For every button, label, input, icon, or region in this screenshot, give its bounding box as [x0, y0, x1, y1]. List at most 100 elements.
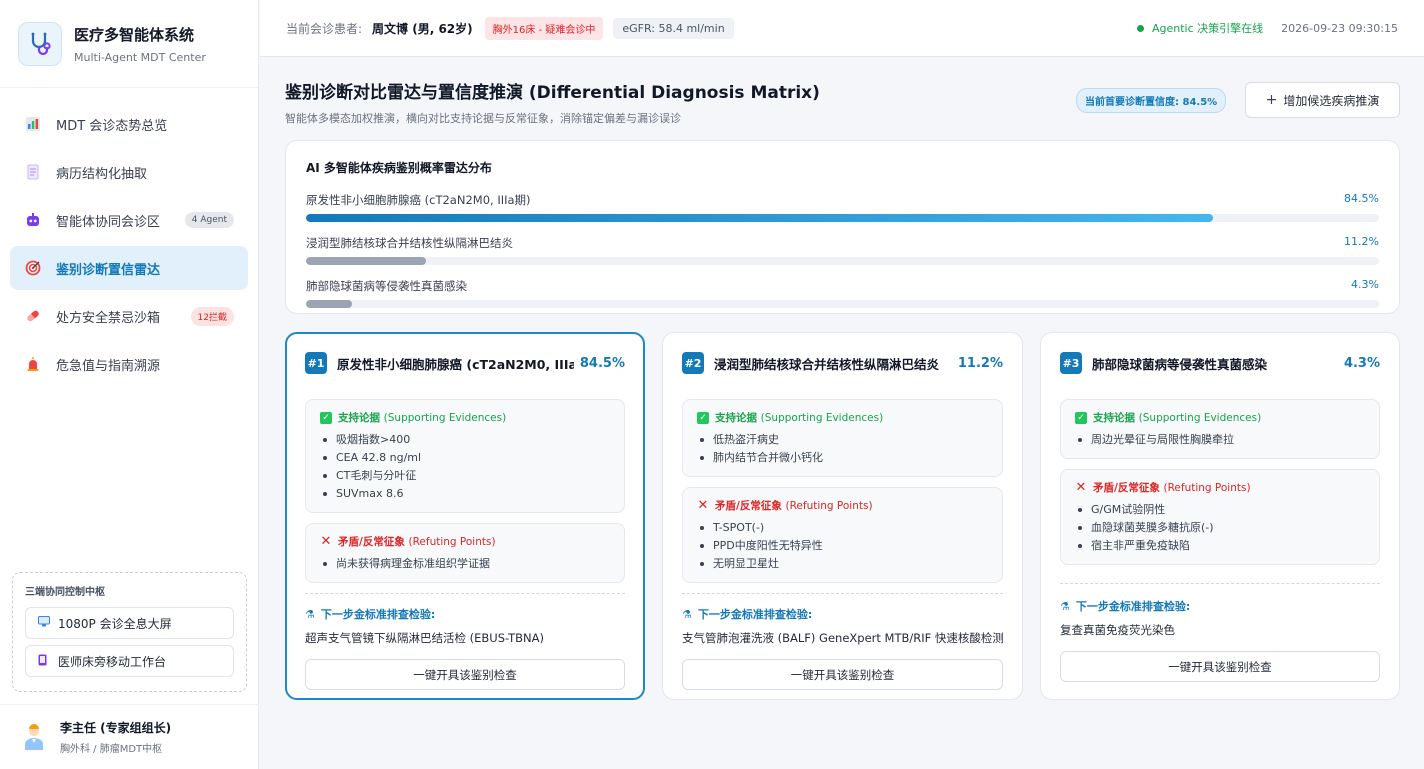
hologram-screen-button[interactable]: 1080P 会诊全息大屏 [25, 607, 234, 639]
cross-icon: ✕ [320, 534, 332, 549]
bar-track [306, 257, 1379, 265]
refute-item: 血隐球菌荚膜多糖抗原(-) [1075, 519, 1365, 537]
refute-title-en: (Refuting Points) [1163, 481, 1251, 494]
mobile-workstation-button[interactable]: 医师床旁移动工作台 [25, 645, 234, 677]
evidence-item: CT毛刺与分叶征 [320, 467, 610, 485]
support-title-en: (Supporting Evidences) [383, 411, 507, 424]
sidebar-item-label: 处方安全禁忌沙箱 [56, 310, 161, 326]
add-candidate-label: 增加候选疾病推演 [1283, 93, 1380, 108]
next-test-title: ⚗ 下一步金标准排查检验: [682, 606, 1003, 622]
support-title-en: (Supporting Evidences) [1138, 411, 1262, 424]
refute-item: T-SPOT(-) [697, 519, 988, 537]
alarm-icon [24, 355, 42, 373]
rank-badge: #2 [682, 352, 704, 374]
sidebar-item-overview[interactable]: MDT 会诊态势总览 [10, 102, 248, 146]
diagnosis-card[interactable]: #3 肺部隐球菌病等侵袭性真菌感染 4.3% ✓ 支持论据 (Supportin… [1040, 332, 1400, 700]
refute-item: G/GM试验阴性 [1075, 501, 1365, 519]
pill-icon [24, 307, 42, 325]
bar-fill [306, 300, 353, 308]
online-status-dot [1137, 24, 1144, 32]
patient-name: 周文博 (男, 62岁) [372, 21, 473, 36]
user-profile[interactable]: 李主任 (专家组组长) 胸外科 / 肺瘤MDT中枢 [0, 704, 259, 769]
cross-icon: ✕ [697, 498, 709, 513]
stethoscope-icon [18, 21, 62, 66]
sidebar-item-agent-consult[interactable]: 智能体协同会诊区 4 Agent [10, 198, 248, 242]
refute-title: 矛盾/反常征象 [1093, 482, 1160, 494]
sidebar-item-diagnosis-radar[interactable]: 鉴别诊断置信雷达 [10, 246, 248, 290]
control-hub-title: 三端协同控制中枢 [25, 587, 105, 598]
refuting-points-box: ✕ 矛盾/反常征象 (Refuting Points) G/GM试验阴性 血隐球… [1060, 469, 1380, 565]
sidebar-nav: MDT 会诊态势总览 病历结构化抽取 智能体协同会诊区 4 Agent 鉴别诊断… [0, 88, 258, 386]
sidebar-item-critical-values[interactable]: 危急值与指南溯源 [10, 342, 248, 386]
support-title: 支持论据 [338, 412, 380, 424]
bar-percent: 84.5% [1344, 192, 1379, 205]
brand-header: 医疗多智能体系统 Multi-Agent MDT Center [0, 0, 258, 88]
diagnosis-name: 肺部隐球菌病等侵袭性真菌感染 [1092, 356, 1268, 372]
sidebar-item-label: MDT 会诊态势总览 [56, 118, 168, 134]
user-department: 胸外科 / 肺瘤MDT中枢 [60, 744, 163, 755]
sidebar-item-prescription-sandbox[interactable]: 处方安全禁忌沙箱 12拦截 [10, 294, 248, 338]
diagnosis-percent: 11.2% [957, 355, 1003, 371]
mobile-workstation-label: 医师床旁移动工作台 [58, 654, 167, 669]
diagnosis-name: 原发性非小细胞肺腺癌 (cT2aN2M0, IIIa期) [337, 356, 574, 372]
microscope-icon: ⚗ [682, 607, 692, 621]
patient-label: 当前会诊患者: [286, 21, 363, 36]
support-title-en: (Supporting Evidences) [760, 411, 884, 424]
sidebar-item-emr-extraction[interactable]: 病历结构化抽取 [10, 150, 248, 194]
sidebar: 医疗多智能体系统 Multi-Agent MDT Center MDT 会诊态势… [0, 0, 259, 769]
robot-icon [24, 211, 42, 229]
plus-icon: + [1265, 92, 1278, 108]
order-test-button[interactable]: 一键开具该鉴别检查 [305, 659, 625, 690]
refute-item: 无明显卫星灶 [697, 555, 988, 573]
egfr-tag: eGFR: 58.4 ml/min [613, 17, 734, 39]
microscope-icon: ⚗ [305, 607, 315, 621]
order-test-button[interactable]: 一键开具该鉴别检查 [682, 659, 1003, 690]
divider [1060, 583, 1380, 584]
next-test-title: ⚗ 下一步金标准排查检验: [1060, 598, 1380, 614]
refute-title-en: (Refuting Points) [785, 499, 873, 512]
document-icon [24, 163, 42, 181]
monitor-icon [38, 616, 50, 630]
rank-badge: #3 [1060, 352, 1082, 374]
bar-track [306, 300, 1379, 308]
diagnosis-card[interactable]: #2 浸润型肺结核球合并结核性纵隔淋巴结炎 11.2% ✓ 支持论据 (Supp… [662, 332, 1023, 700]
diagnosis-percent: 4.3% [1343, 355, 1380, 371]
brand-subtitle: Multi-Agent MDT Center [74, 50, 206, 64]
next-test-title: ⚗ 下一步金标准排查检验: [305, 606, 625, 622]
add-candidate-button[interactable]: + 增加候选疾病推演 [1245, 82, 1400, 118]
support-title: 支持论据 [715, 412, 757, 424]
doctor-avatar-icon [22, 723, 46, 751]
refute-item: 宿主非严重免疫缺陷 [1075, 537, 1365, 555]
intercept-count-badge: 12拦截 [190, 306, 234, 326]
ward-status-tag: 胸外16床 - 疑难会诊中 [484, 16, 604, 40]
support-title: 支持论据 [1093, 412, 1135, 424]
next-test-label: 下一步金标准排查检验: [320, 608, 436, 621]
check-icon: ✓ [1075, 411, 1087, 424]
bar-fill [306, 214, 1213, 222]
timestamp: 2026-09-23 09:30:15 [1281, 21, 1398, 35]
next-test-text: 超声支气管镜下纵隔淋巴结活检 (EBUS-TBNA) [305, 631, 544, 645]
refute-title-en: (Refuting Points) [408, 535, 496, 548]
sidebar-item-label: 病历结构化抽取 [56, 166, 148, 182]
order-test-button[interactable]: 一键开具该鉴别检查 [1060, 651, 1380, 682]
bar-label: 原发性非小细胞肺腺癌 (cT2aN2M0, IIIa期) [306, 193, 531, 207]
next-test-label: 下一步金标准排查检验: [697, 608, 813, 621]
top-bar: 当前会诊患者: 周文博 (男, 62岁) 胸外16床 - 疑难会诊中 eGFR:… [260, 0, 1424, 57]
diagnosis-card[interactable]: #1 原发性非小细胞肺腺癌 (cT2aN2M0, IIIa期) 84.5% ✓ … [285, 332, 645, 700]
next-test-text: 支气管肺泡灌洗液 (BALF) GeneXpert MTB/RIF 快速核酸检测 [682, 631, 1004, 645]
sidebar-item-label: 危急值与指南溯源 [56, 358, 161, 374]
check-icon: ✓ [320, 411, 332, 424]
diagnosis-name: 浸润型肺结核球合并结核性纵隔淋巴结炎 [714, 356, 940, 372]
brand-title: 医疗多智能体系统 [74, 25, 195, 44]
refute-title: 矛盾/反常征象 [338, 536, 405, 548]
refute-item: PPD中度阳性无特异性 [697, 537, 988, 555]
check-icon: ✓ [697, 411, 709, 424]
evidence-item: 肺内结节合并微小钙化 [697, 449, 988, 467]
sidebar-item-label: 智能体协同会诊区 [56, 214, 161, 230]
microscope-icon: ⚗ [1060, 599, 1070, 613]
refuting-points-box: ✕ 矛盾/反常征象 (Refuting Points) T-SPOT(-) PP… [682, 487, 1003, 583]
next-test-label: 下一步金标准排查检验: [1075, 600, 1191, 613]
next-test-text: 复查真菌免疫荧光染色 [1060, 623, 1175, 637]
engine-status: Agentic 决策引擎在线 [1152, 22, 1264, 35]
probability-bar-row: 原发性非小细胞肺腺癌 (cT2aN2M0, IIIa期) 84.5% [306, 192, 1379, 222]
